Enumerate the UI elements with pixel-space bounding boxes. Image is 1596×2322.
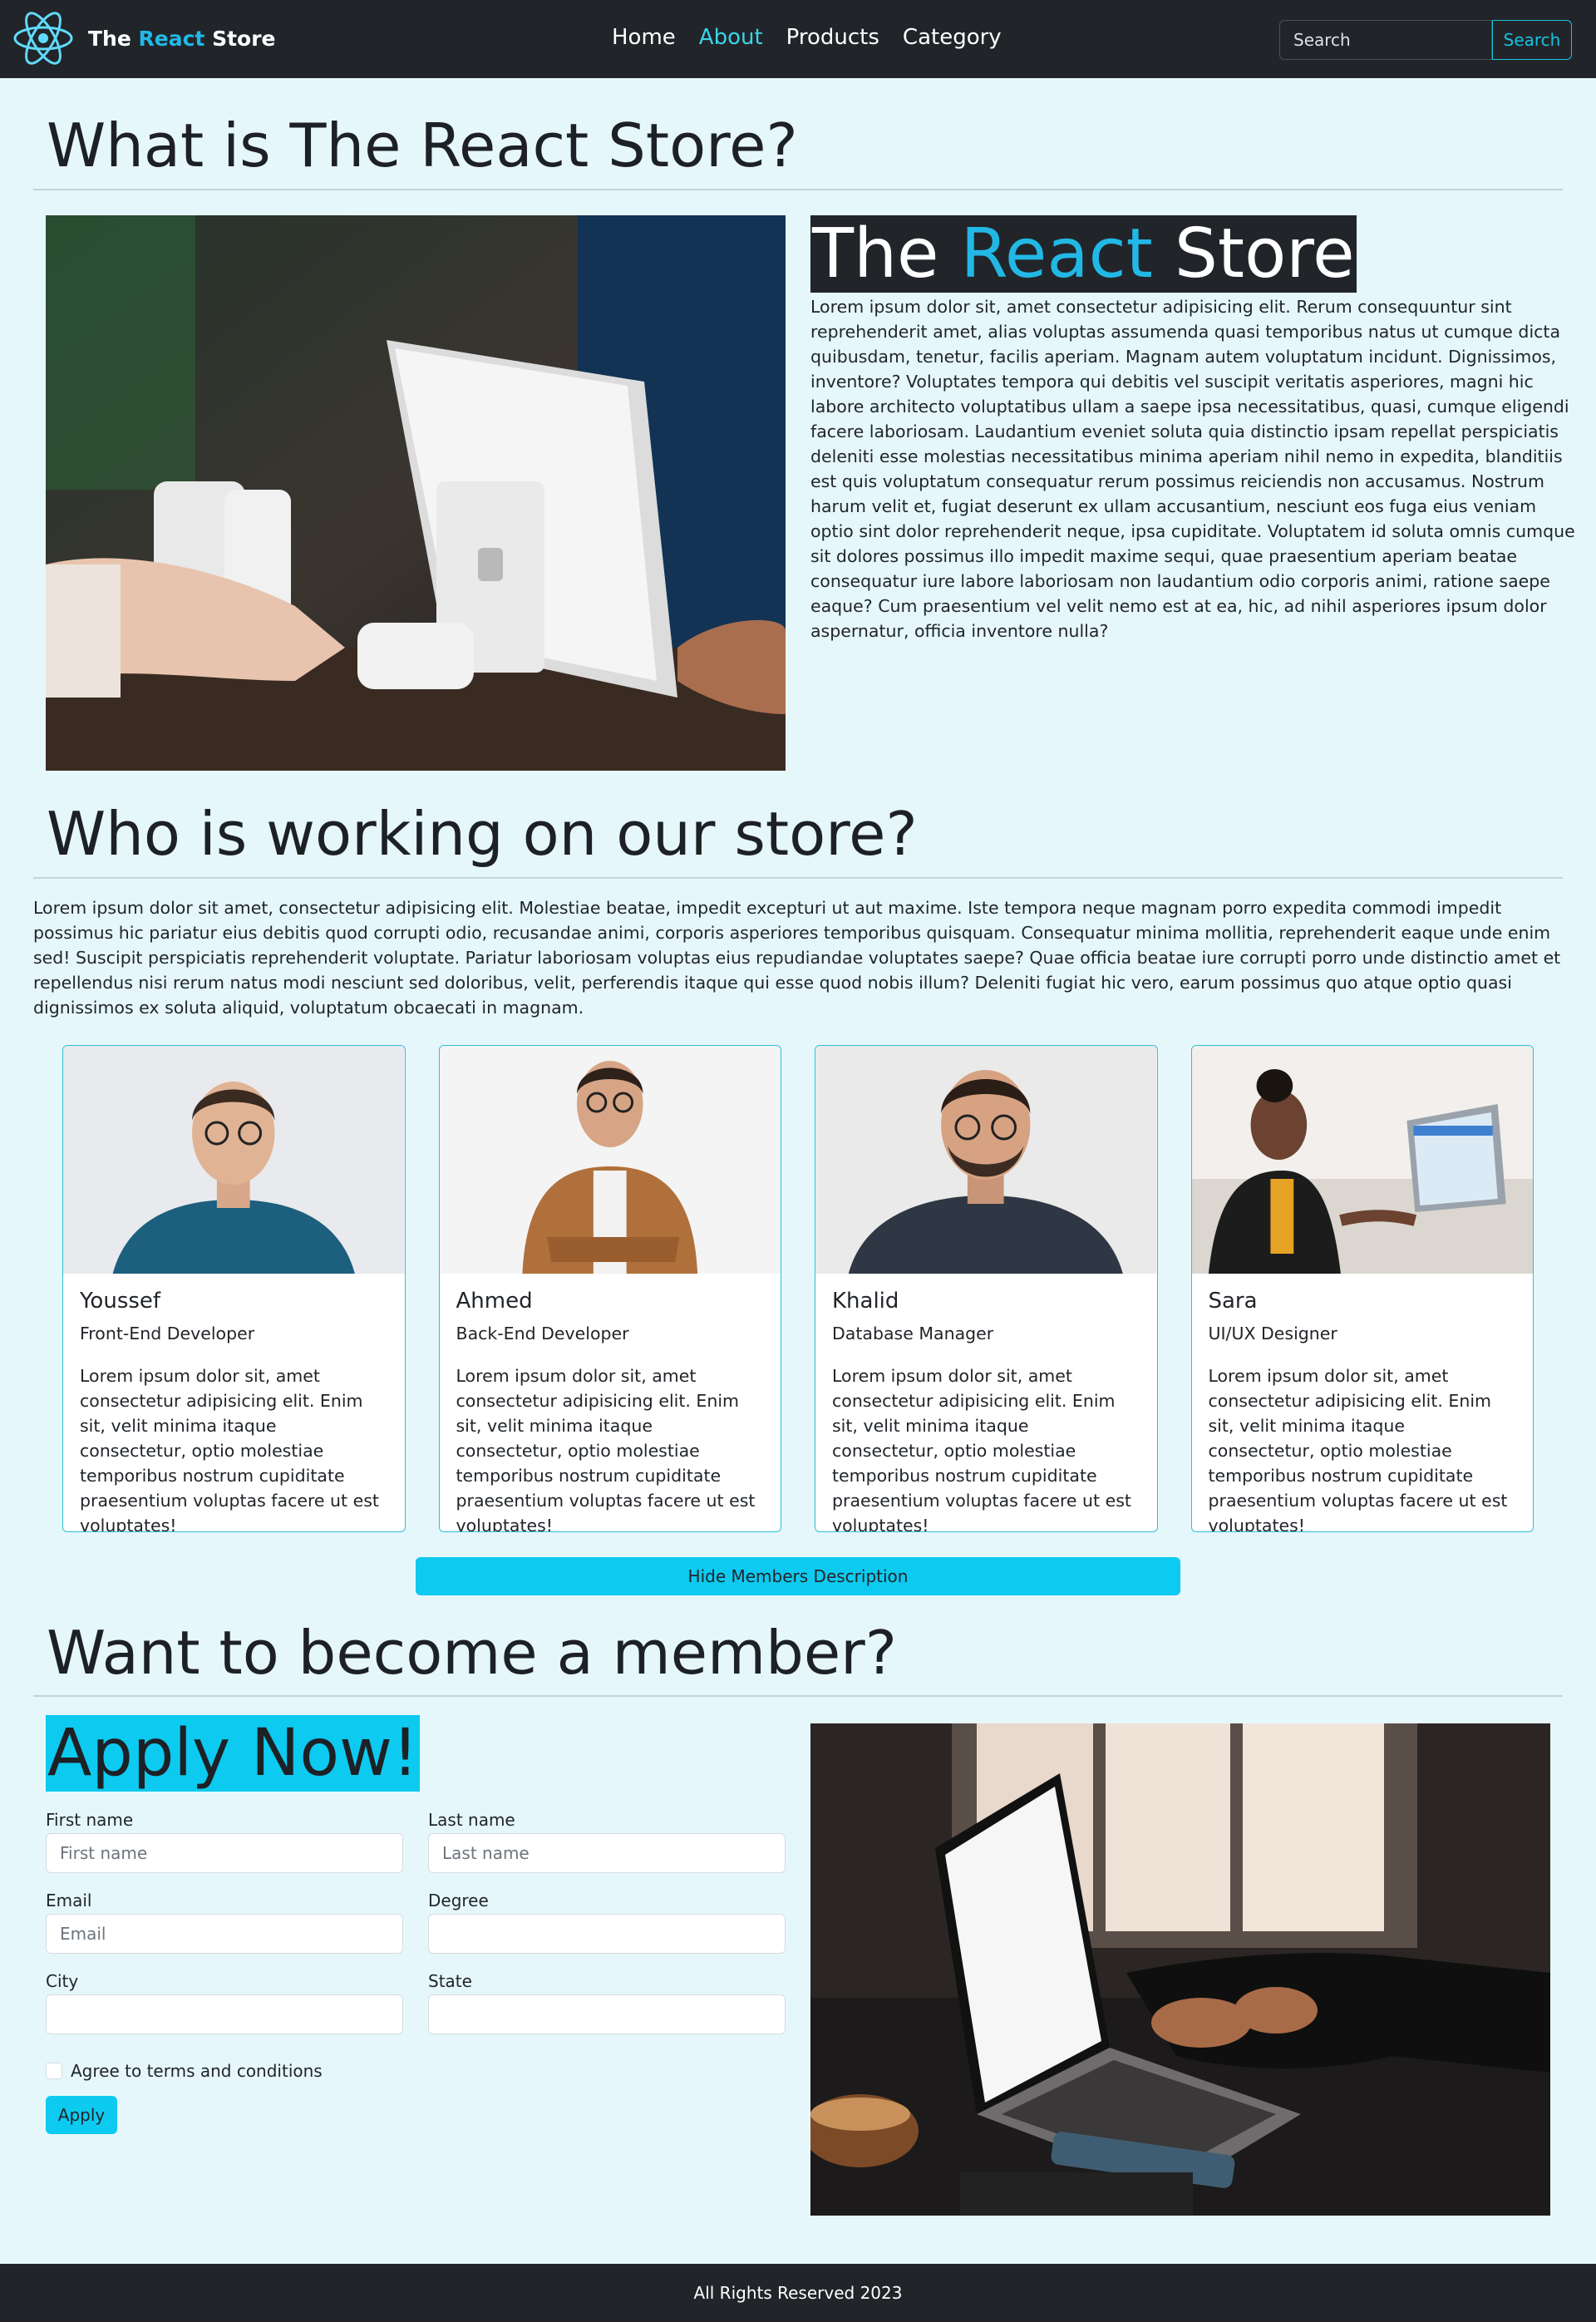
email-field[interactable] [46,1914,403,1955]
member-heading: Want to become a member? [47,1617,897,1688]
card-body: Youssef Front-End Developer Lorem ipsum … [63,1274,405,1532]
brand-link[interactable]: The React Store [12,10,276,67]
terms-checkbox[interactable] [46,2063,62,2080]
member-photo [815,1045,1157,1274]
nav-link-about[interactable]: About [699,25,763,50]
card-body: Ahmed Back-End Developer Lorem ipsum dol… [440,1274,781,1532]
member-description: Lorem ipsum dolor sit, amet consectetur … [1208,1365,1508,1532]
terms-label: Agree to terms and conditions [71,2061,323,2082]
member-section: Apply Now! First name Last name Email De… [33,1697,1563,2221]
first-name-group: First name [46,1810,403,1874]
first-name-label: First name [46,1810,134,1831]
brand-name: The React Store [88,26,276,51]
about-paragraph: Lorem ipsum dolor sit, amet consectetur … [810,297,1575,642]
member-role: Front-End Developer [80,1323,255,1343]
nav-link-products[interactable]: Products [786,25,879,50]
degree-label: Degree [428,1891,489,1911]
member-photo [63,1045,405,1274]
footer-text: All Rights Reserved 2023 [693,2283,903,2303]
team-heading: Who is working on our store? [47,798,918,869]
card-body: Khalid Database Manager Lorem ipsum dolo… [815,1274,1157,1532]
terms-row: Agree to terms and conditions [46,2061,323,2081]
member-role: UI/UX Designer [1208,1323,1337,1343]
laptop-image [810,1723,1550,2216]
city-group: City [46,1971,403,2035]
state-label: State [428,1971,472,1992]
search-input[interactable] [1279,20,1492,60]
pos-terminal-image [46,214,786,771]
nav-links: Home About Products Category [612,25,1025,50]
degree-field[interactable] [428,1914,786,1955]
navbar: The React Store Home About Products Cate… [0,0,1596,78]
member-name: Youssef [80,1288,161,1314]
search-button[interactable]: Search [1492,20,1572,60]
member-role: Back-End Developer [456,1323,629,1343]
city-label: City [46,1971,79,1992]
main-content: What is The React Store? The React Store… [0,78,1596,2221]
member-card: Khalid Database Manager Lorem ipsum dolo… [815,1044,1158,1532]
member-card: Sara UI/UX Designer Lorem ipsum dolor si… [1190,1044,1534,1532]
store-title-banner: The React Store [810,214,1357,293]
about-section: The React Store Lorem ipsum dolor sit, a… [33,190,1575,785]
team-cards: Youssef Front-End Developer Lorem ipsum … [33,1020,1563,1532]
member-card: Youssef Front-End Developer Lorem ipsum … [62,1044,406,1532]
degree-group: Degree [428,1891,786,1955]
about-text-block: The React Store Lorem ipsum dolor sit, a… [810,215,1584,643]
member-name: Khalid [832,1288,899,1314]
member-description: Lorem ipsum dolor sit, amet consectetur … [832,1365,1131,1532]
last-name-group: Last name [428,1810,786,1874]
footer: All Rights Reserved 2023 [0,2264,1596,2322]
email-label: Email [46,1891,92,1911]
apply-title: Apply Now! [46,1715,421,1792]
toggle-wrap: Hide Members Description [33,1532,1563,1595]
email-group: Email [46,1891,403,1955]
hide-descriptions-button[interactable]: Hide Members Description [416,1556,1180,1595]
city-field[interactable] [46,1994,403,2035]
member-role: Database Manager [832,1323,994,1343]
member-card: Ahmed Back-End Developer Lorem ipsum dol… [438,1044,781,1532]
last-name-field[interactable] [428,1833,786,1874]
card-body: Sara UI/UX Designer Lorem ipsum dolor si… [1192,1274,1534,1532]
member-name: Sara [1208,1288,1258,1314]
member-description: Lorem ipsum dolor sit, amet consectetur … [456,1365,756,1532]
search-form: Search [1279,20,1572,60]
member-photo [439,1045,781,1274]
team-intro-paragraph: Lorem ipsum dolor sit amet, consectetur … [33,897,1561,1018]
member-photo [1191,1045,1533,1274]
last-name-label: Last name [428,1810,515,1831]
member-name: Ahmed [456,1288,533,1314]
apply-button[interactable]: Apply [46,2096,117,2135]
react-logo-icon [13,12,73,65]
nav-link-category[interactable]: Category [903,25,1002,50]
about-heading: What is The React Store? [47,111,798,180]
state-field[interactable] [428,1994,786,2035]
first-name-field[interactable] [46,1833,403,1874]
state-group: State [428,1971,786,2035]
nav-link-home[interactable]: Home [612,25,676,50]
member-description: Lorem ipsum dolor sit, amet consectetur … [80,1365,379,1532]
